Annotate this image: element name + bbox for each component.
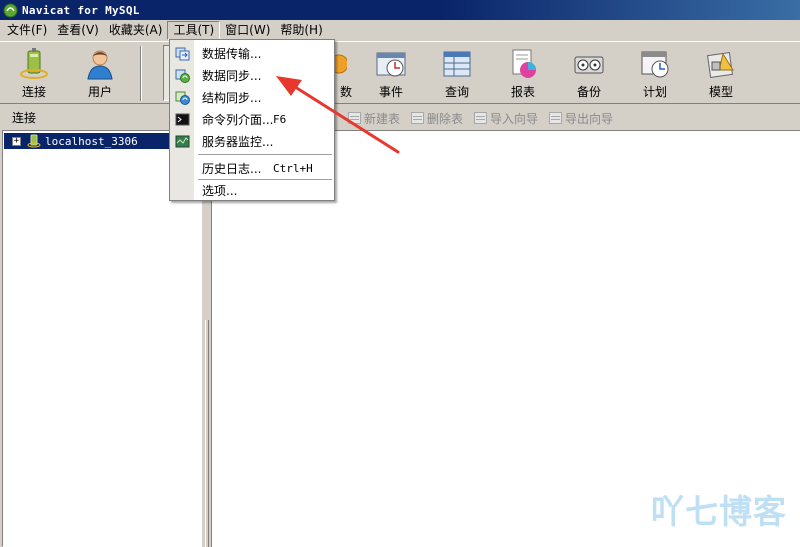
connect-icon: [20, 48, 48, 79]
query-button[interactable]: 查询: [426, 44, 488, 102]
menu-window[interactable]: 窗口(W): [220, 21, 275, 40]
schedule-icon: [641, 51, 669, 78]
menu-item-history-log[interactable]: 历史日志... Ctrl+H: [170, 158, 334, 179]
user-button[interactable]: 用户: [69, 44, 131, 102]
new-table-icon: [348, 112, 361, 124]
new-table-label: 新建表: [364, 111, 401, 126]
delete-table-button[interactable]: 删除表: [411, 110, 463, 127]
menu-view[interactable]: 查看(V): [52, 21, 104, 40]
query-label: 查询: [444, 85, 469, 99]
console-icon: [175, 113, 190, 126]
menu-item-data-sync[interactable]: 数据同步...: [170, 65, 334, 86]
menu-item-label: 历史日志...: [202, 162, 262, 176]
model-button[interactable]: 模型: [690, 44, 752, 102]
backup-label: 备份: [576, 85, 601, 99]
menu-file[interactable]: 文件(F): [2, 21, 52, 40]
mysql-connection-icon: [27, 134, 41, 148]
new-table-button[interactable]: 新建表: [348, 110, 400, 127]
menu-item-options[interactable]: 选项...: [170, 180, 334, 201]
menu-item-structure-sync[interactable]: 结构同步...: [170, 87, 334, 108]
delete-table-label: 删除表: [427, 111, 464, 126]
schedule-button[interactable]: 计划: [624, 44, 686, 102]
export-wizard-label: 导出向导: [565, 111, 614, 126]
export-wizard-button[interactable]: 导出向导: [549, 110, 613, 127]
event-button[interactable]: 事件: [360, 44, 422, 102]
tools-dropdown-menu: 数据传输... 数据同步... 结构同步... 命令列介面... F6 服务器监…: [169, 39, 335, 201]
report-button[interactable]: 报表: [492, 44, 554, 102]
model-label: 模型: [708, 85, 733, 99]
menu-item-label: 数据传输...: [202, 47, 262, 61]
navicat-app-icon: [3, 3, 18, 17]
menu-item-data-transfer[interactable]: 数据传输...: [170, 43, 334, 64]
export-wizard-icon: [549, 112, 563, 124]
structure-sync-icon: [175, 91, 190, 105]
expand-icon[interactable]: +: [12, 136, 21, 146]
user-label: 用户: [87, 85, 112, 99]
menu-item-label: 服务器监控...: [202, 135, 274, 149]
window-title: Navicat for MySQL: [22, 3, 140, 17]
import-wizard-label: 导入向导: [490, 111, 539, 126]
menu-item-shortcut: Ctrl+H: [273, 162, 313, 175]
menu-item-shortcut: F6: [273, 113, 287, 126]
menu-separator: [198, 154, 332, 155]
menu-item-label: 结构同步...: [202, 91, 262, 105]
menu-item-label: 选项...: [202, 184, 238, 198]
splitter-grip[interactable]: [205, 320, 209, 547]
backup-button[interactable]: 备份: [558, 44, 620, 102]
backup-icon: [574, 56, 604, 74]
import-wizard-icon: [474, 112, 488, 124]
event-label: 事件: [378, 85, 403, 99]
delete-table-icon: [411, 112, 425, 124]
data-sync-icon: [175, 69, 190, 83]
menu-help[interactable]: 帮助(H): [275, 21, 327, 40]
model-icon: [707, 52, 734, 78]
user-icon: [87, 50, 113, 80]
report-label: 报表: [510, 85, 535, 99]
server-monitor-icon: [175, 135, 190, 148]
menu-bar: 文件(F) 查看(V) 收藏夹(A) 工具(T) 窗口(W) 帮助(H): [0, 20, 800, 41]
import-wizard-button[interactable]: 导入向导: [474, 110, 538, 127]
connect-button[interactable]: 连接: [3, 44, 65, 102]
query-icon: [443, 51, 471, 77]
schedule-label: 计划: [642, 85, 667, 99]
watermark-text: 吖七博客: [651, 492, 787, 531]
title-bar: Navicat for MySQL: [0, 0, 800, 20]
event-icon: [376, 52, 406, 77]
menu-item-label: 数据同步...: [202, 69, 262, 83]
tree-item-label: localhost_3306: [45, 134, 138, 148]
connect-label: 连接: [21, 85, 46, 99]
report-icon: [512, 49, 536, 78]
menu-tools[interactable]: 工具(T): [167, 21, 221, 40]
main-toolbar: 连接 用户 数 事件 查询 报表 备份 计划 模型: [0, 41, 800, 104]
menu-favorites[interactable]: 收藏夹(A): [104, 21, 168, 40]
menu-item-server-monitor[interactable]: 服务器监控...: [170, 131, 334, 152]
data-transfer-icon: [175, 47, 190, 61]
menu-item-command-line[interactable]: 命令列介面... F6: [170, 109, 334, 130]
toolbar-separator: [140, 46, 142, 101]
menu-item-label: 命令列介面...: [202, 113, 274, 127]
